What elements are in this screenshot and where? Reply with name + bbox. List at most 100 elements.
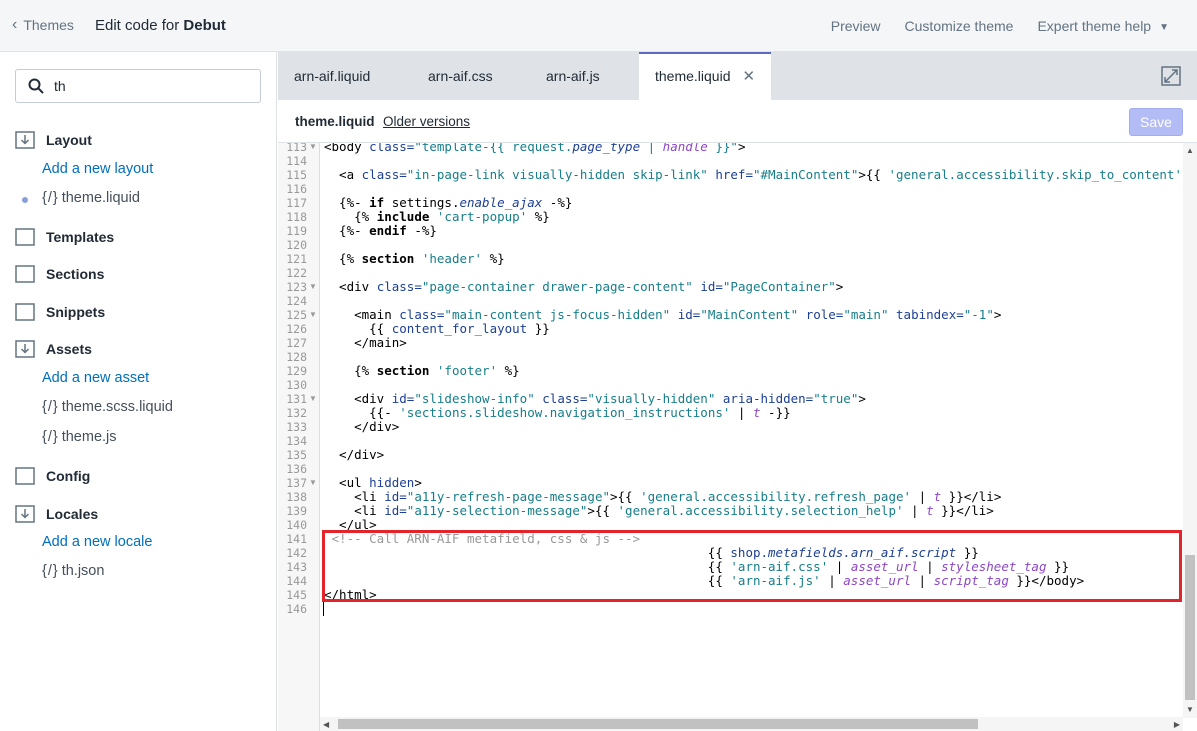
add-new-asset-link[interactable]: Add a new asset — [42, 370, 149, 386]
scroll-right-icon[interactable]: ▶ — [1174, 720, 1180, 729]
file-theme-scss-liquid[interactable]: {/} theme.scss.liquid — [42, 399, 173, 415]
line-number: 135 — [286, 448, 307, 462]
code-line: </main> — [324, 335, 407, 350]
file-header: theme.liquid Older versions Save — [278, 100, 1197, 142]
code-area[interactable]: <body class="template-{{ request.page_ty… — [324, 143, 1184, 718]
folder-snippets[interactable]: Snippets — [15, 301, 105, 323]
code-line: </html> — [324, 587, 377, 602]
folder-assets[interactable]: Assets — [15, 338, 92, 360]
line-number: 117 — [286, 196, 307, 210]
code-line: {{ 'arn-aif.js' | asset_url | script_tag… — [324, 573, 1085, 588]
expert-help-label: Expert theme help — [1037, 18, 1152, 34]
line-number: 113 — [286, 142, 307, 154]
code-line: {%- if settings.enable_ajax -%} — [324, 195, 573, 210]
folder-config[interactable]: Config — [15, 465, 90, 487]
chevron-left-icon: ‹ — [12, 16, 18, 33]
top-bar: ‹ Themes Edit code for Debut Preview Cus… — [0, 0, 1197, 52]
tab-label: theme.liquid — [655, 68, 731, 84]
title-theme-name: Debut — [183, 17, 226, 34]
line-number: 119 — [286, 224, 307, 238]
fold-arrow-icon[interactable]: ▼ — [309, 308, 317, 322]
line-number: 142 — [286, 546, 307, 560]
fold-arrow-icon[interactable]: ▼ — [309, 280, 317, 294]
code-line: <li id="a11y-selection-message">{{ 'gene… — [324, 503, 994, 518]
js-file-icon: {/} — [42, 429, 59, 445]
line-number: 126 — [286, 322, 307, 336]
line-number: 130 — [286, 378, 307, 392]
tab-arn-aif-js[interactable]: arn-aif.js — [530, 52, 630, 100]
fold-arrow-icon[interactable]: ▼ — [309, 476, 317, 490]
file-label: theme.scss.liquid — [61, 399, 173, 415]
code-line: </ul> — [324, 517, 377, 532]
line-number: 118 — [286, 210, 307, 224]
search-box[interactable] — [15, 69, 261, 103]
line-number: 136 — [286, 462, 307, 476]
horizontal-scroll-thumb[interactable] — [338, 719, 978, 729]
back-to-themes-link[interactable]: ‹ Themes — [12, 16, 74, 34]
line-number: 129 — [286, 364, 307, 378]
file-theme-liquid[interactable]: {/} theme.liquid — [42, 190, 140, 206]
tab-arn-aif-css[interactable]: arn-aif.css — [412, 52, 522, 100]
code-line: {{- 'sections.slideshow.navigation_instr… — [324, 405, 791, 420]
json-file-icon: {/} — [42, 563, 59, 579]
add-new-locale-link[interactable]: Add a new locale — [42, 534, 152, 550]
code-line: <main class="main-content js-focus-hidde… — [324, 307, 1002, 322]
line-number: 141 — [286, 532, 307, 546]
code-line: {% section 'header' %} — [324, 251, 505, 266]
folder-templates[interactable]: Templates — [15, 226, 114, 248]
tab-theme-liquid[interactable]: theme.liquid ✕ — [639, 52, 771, 100]
code-line: <a class="in-page-link visually-hidden s… — [324, 167, 1182, 182]
customize-theme-link[interactable]: Customize theme — [905, 18, 1014, 34]
code-line: <body class="template-{{ request.page_ty… — [324, 143, 746, 154]
folder-open-icon — [15, 340, 35, 358]
scroll-down-icon[interactable]: ▼ — [1186, 705, 1194, 714]
preview-link[interactable]: Preview — [831, 18, 881, 34]
code-line: <li id="a11y-refresh-page-message">{{ 'g… — [324, 489, 1002, 504]
folder-label: Layout — [46, 132, 92, 148]
code-line: {% include 'cart-popup' %} — [324, 209, 550, 224]
file-th-json[interactable]: {/} th.json — [42, 563, 104, 579]
folder-sections[interactable]: Sections — [15, 263, 104, 285]
save-button[interactable]: Save — [1129, 108, 1183, 136]
expand-icon[interactable] — [1161, 66, 1181, 86]
vertical-scroll-thumb[interactable] — [1185, 555, 1195, 700]
line-number: 123 — [286, 280, 307, 294]
file-theme-js[interactable]: {/} theme.js — [42, 429, 117, 445]
line-number: 132 — [286, 406, 307, 420]
folder-label: Assets — [46, 341, 92, 357]
vertical-scrollbar[interactable]: ▲ ▼ — [1183, 143, 1197, 718]
fold-arrow-icon[interactable]: ▼ — [309, 143, 317, 154]
folder-label: Snippets — [46, 304, 106, 320]
caret-down-icon: ▼ — [1159, 22, 1169, 33]
scroll-left-icon[interactable]: ◀ — [323, 720, 329, 729]
folder-layout[interactable]: Layout — [15, 129, 92, 151]
line-number: 137 — [286, 476, 307, 490]
code-editor[interactable]: 113 ▼ 114 115 116 117 118 119 120 121 122 123 ▼ 124 12… — [278, 142, 1197, 731]
folder-label: Locales — [46, 506, 99, 522]
expert-theme-help-link[interactable]: Expert theme help ▼ — [1037, 18, 1169, 34]
folder-label: Templates — [46, 229, 115, 245]
older-versions-link[interactable]: Older versions — [383, 114, 470, 129]
folder-label: Sections — [46, 266, 105, 282]
file-name: theme.liquid — [295, 114, 375, 129]
line-number: 131 — [286, 392, 307, 406]
search-icon — [28, 78, 44, 94]
tab-arn-aif-liquid[interactable]: arn-aif.liquid — [278, 52, 400, 100]
line-number: 128 — [286, 350, 307, 364]
add-new-layout-link[interactable]: Add a new layout — [42, 161, 153, 177]
scroll-up-icon[interactable]: ▲ — [1186, 146, 1194, 155]
folder-open-icon — [15, 131, 35, 149]
line-number: 122 — [286, 266, 307, 280]
code-line: {% section 'footer' %} — [324, 363, 520, 378]
folder-icon — [15, 467, 35, 485]
text-cursor — [323, 602, 324, 616]
code-line: {{ content_for_layout }} — [324, 321, 550, 336]
line-number: 125 — [286, 308, 307, 322]
line-number: 134 — [286, 434, 307, 448]
close-icon[interactable]: ✕ — [743, 68, 756, 85]
code-line: {%- endif -%} — [324, 223, 437, 238]
horizontal-scrollbar[interactable]: ◀ ▶ — [320, 717, 1183, 731]
fold-arrow-icon[interactable]: ▼ — [309, 392, 317, 406]
search-input[interactable] — [54, 76, 244, 96]
folder-locales[interactable]: Locales — [15, 503, 98, 525]
